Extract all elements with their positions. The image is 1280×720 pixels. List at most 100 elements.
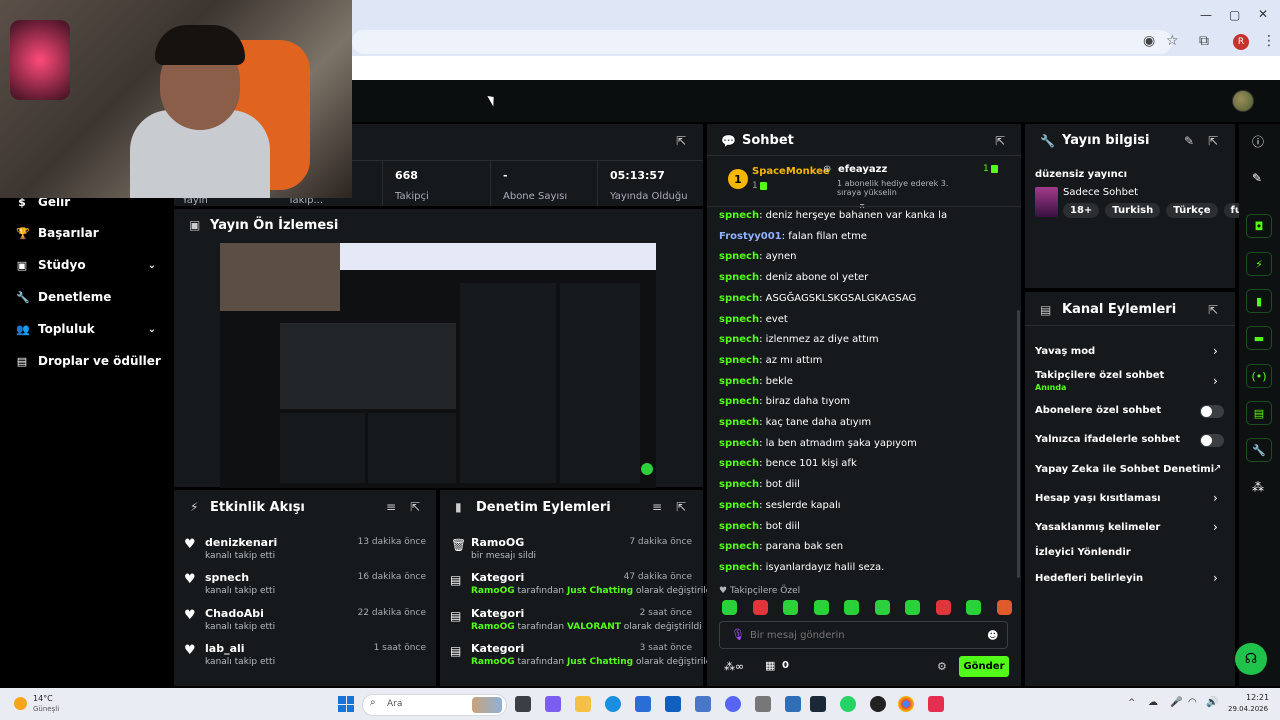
chat-username[interactable]: spnech	[719, 541, 759, 552]
sidebar-item-moderation[interactable]: 🔧 Denetleme	[16, 290, 111, 304]
emote-button[interactable]	[813, 600, 829, 615]
banned-words-label[interactable]: Yasaklanmış kelimeler	[1035, 522, 1160, 533]
document-icon[interactable]: ▮	[1246, 289, 1272, 313]
app-icon[interactable]	[785, 696, 801, 712]
emote-button[interactable]	[966, 600, 982, 615]
chat-username[interactable]: spnech	[719, 376, 759, 387]
popout-icon[interactable]: ⇱	[410, 500, 420, 514]
file-explorer-icon[interactable]	[575, 696, 591, 712]
chat-username[interactable]: spnech	[719, 251, 759, 262]
emote-button[interactable]	[783, 600, 799, 615]
chevron-right-icon[interactable]: ›	[1213, 491, 1218, 505]
popout-icon[interactable]: ⇱	[676, 500, 686, 514]
chrome-icon[interactable]	[898, 696, 914, 712]
lightning-icon[interactable]: ⚡	[1246, 252, 1272, 276]
chevron-right-icon[interactable]: ›	[1213, 571, 1218, 585]
edge-icon[interactable]	[605, 696, 621, 712]
address-field[interactable]	[352, 30, 1172, 54]
chat-input[interactable]	[750, 627, 970, 643]
photos-icon[interactable]	[695, 696, 711, 712]
category-name[interactable]: Sadece Sohbet	[1063, 187, 1138, 198]
obs-icon[interactable]	[870, 696, 886, 712]
network-icon[interactable]: ☁	[1148, 697, 1158, 708]
popout-icon[interactable]: ⇱	[995, 134, 1005, 148]
windows-start-icon[interactable]	[338, 696, 354, 712]
layout-icon[interactable]: ▤	[1246, 401, 1272, 425]
chat-username[interactable]: spnech	[719, 521, 759, 532]
chevron-right-icon[interactable]: ›	[1213, 374, 1218, 388]
chat-username[interactable]: spnech	[719, 479, 759, 490]
emote-button[interactable]	[996, 600, 1012, 615]
chat-username[interactable]: spnech	[719, 458, 759, 469]
wrench-icon[interactable]: 🔧	[1246, 438, 1272, 462]
info-icon[interactable]: ⓘ	[1252, 133, 1264, 150]
gifter-name[interactable]: SpaceMonkee	[752, 166, 830, 177]
app-red-icon[interactable]	[928, 696, 944, 712]
account-age-label[interactable]: Hesap yaşı kısıtlaması	[1035, 493, 1161, 504]
chat-username[interactable]: spnech	[719, 417, 759, 428]
support-chat-button[interactable]: ☊	[1235, 643, 1267, 675]
chat-username[interactable]: spnech	[719, 500, 759, 511]
chat-username[interactable]: spnech	[719, 293, 759, 304]
goals-label[interactable]: Hedefleri belirleyin	[1035, 573, 1143, 584]
chat-username[interactable]: spnech	[719, 355, 759, 366]
store-icon[interactable]: ▦	[765, 659, 775, 672]
close-window-button[interactable]: ✕	[1258, 7, 1268, 21]
popout-icon[interactable]: ⇱	[1208, 134, 1218, 148]
store-icon[interactable]	[635, 696, 651, 712]
whatsapp-icon[interactable]	[840, 696, 856, 712]
settings-icon[interactable]	[755, 696, 771, 712]
edit-icon[interactable]: ✎	[1252, 171, 1262, 185]
filter-icon[interactable]: ≡	[652, 500, 662, 514]
sidebar-item-studio[interactable]: ▣ Stüdyo ⌄	[16, 258, 156, 272]
chat-scrollbar[interactable]	[1017, 310, 1020, 578]
chat-username[interactable]: Frostyy001	[719, 231, 782, 242]
ai-moderation-label[interactable]: Yapay Zeka ile Sohbet Denetimi	[1035, 464, 1214, 475]
emoji-icon[interactable]: ☻	[987, 629, 998, 642]
chat-username[interactable]: spnech	[719, 438, 759, 449]
microphone-icon[interactable]: 🎤	[1170, 697, 1182, 708]
outlook-icon[interactable]	[665, 696, 681, 712]
clock-date[interactable]: 29.04.2026	[1228, 705, 1268, 713]
emote-button[interactable]	[844, 600, 860, 615]
profile-avatar[interactable]: R	[1233, 34, 1249, 50]
subscribers-only-toggle[interactable]	[1200, 405, 1224, 418]
emote-only-toggle[interactable]	[1200, 434, 1224, 447]
followers-only-chat-label[interactable]: Takipçilere özel sohbet	[1035, 370, 1164, 381]
eye-icon[interactable]: ◉	[1143, 33, 1155, 49]
raid-label[interactable]: İzleyici Yönlendir	[1035, 547, 1131, 558]
chat-username[interactable]: spnech	[719, 210, 759, 221]
sidebar-item-community[interactable]: 👥 Topluluk ⌄	[16, 322, 156, 336]
recipient-name[interactable]: efeayazz	[838, 164, 887, 175]
discord-icon[interactable]	[725, 696, 741, 712]
maximize-button[interactable]: ▢	[1229, 8, 1240, 22]
menu-icon[interactable]: ⋮	[1262, 33, 1276, 49]
wifi-icon[interactable]: ◠	[1188, 697, 1197, 708]
chevron-up-icon[interactable]: ^	[1128, 698, 1136, 708]
filter-icon[interactable]: ≡	[386, 500, 396, 514]
emote-button[interactable]	[752, 600, 768, 615]
tag[interactable]: Türkçe	[1166, 203, 1218, 218]
volume-icon[interactable]: 🔊	[1206, 697, 1218, 708]
external-link-icon[interactable]: ↗	[1213, 463, 1221, 474]
points-icon[interactable]: ⁂∞	[724, 660, 744, 673]
chat-username[interactable]: spnech	[719, 396, 759, 407]
extensions-icon[interactable]: ⧉	[1199, 33, 1209, 49]
popout-icon[interactable]: ⇱	[676, 134, 686, 148]
chat-username[interactable]: spnech	[719, 334, 759, 345]
mic-icon[interactable]: 🎙	[731, 628, 745, 641]
emote-button[interactable]	[722, 600, 737, 615]
task-view-icon[interactable]	[515, 696, 531, 712]
edit-pencil-icon[interactable]: ✎	[1184, 134, 1194, 148]
weather-temp[interactable]: 14°C	[33, 694, 53, 703]
chat-icon[interactable]: ▬	[1246, 326, 1272, 350]
chevron-right-icon[interactable]: ›	[1213, 344, 1218, 358]
send-button[interactable]: Gönder	[959, 656, 1009, 677]
minimize-button[interactable]: —	[1200, 8, 1212, 22]
clock-time[interactable]: 12:21	[1246, 693, 1269, 702]
steam-icon[interactable]	[810, 696, 826, 712]
camera-icon[interactable]: ◘	[1246, 214, 1272, 238]
drops-icon[interactable]: ⁂	[1252, 480, 1264, 494]
sidebar-item-achievements[interactable]: 🏆 Başarılar	[16, 226, 99, 240]
slow-mode-label[interactable]: Yavaş mod	[1035, 346, 1095, 357]
